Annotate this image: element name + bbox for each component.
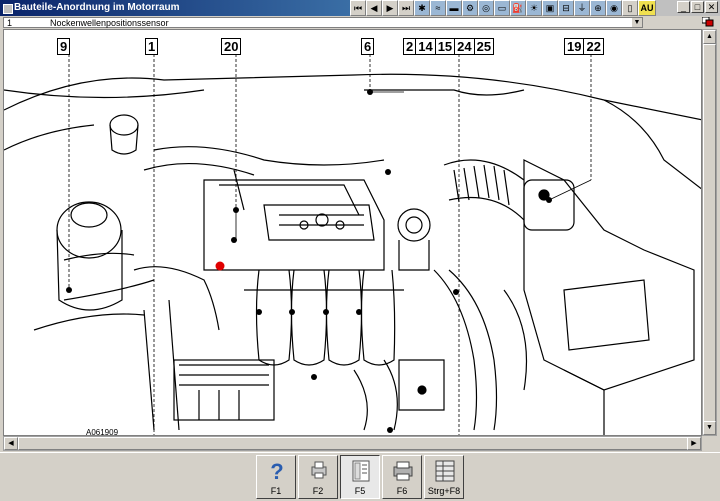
- prev-page-icon[interactable]: ◀: [366, 0, 382, 16]
- window-controls: _ □ ✕: [677, 1, 718, 13]
- scroll-down-icon[interactable]: ▼: [703, 421, 716, 435]
- app-icon: [3, 4, 13, 14]
- window-title-text: Bauteile-Anordnung im Motorraum: [14, 2, 180, 13]
- component-icon[interactable]: ✱: [414, 0, 430, 16]
- help-icon: ?: [270, 459, 283, 483]
- callout-label: 19: [565, 39, 585, 54]
- title-bar: Bauteile-Anordnung im Motorraum ⏮ ◀ ▶ ⏭ …: [0, 0, 720, 16]
- window-list-icon[interactable]: [701, 16, 714, 27]
- printer-small-icon: [311, 461, 327, 479]
- close-icon[interactable]: ✕: [705, 1, 718, 13]
- connector-icon[interactable]: ⊕: [590, 0, 606, 16]
- book-icon[interactable]: ▯: [622, 0, 638, 16]
- component-number: 1: [7, 18, 13, 28]
- minimize-icon[interactable]: _: [677, 1, 690, 13]
- lamp-icon[interactable]: ☀: [526, 0, 542, 16]
- callout-label: 2: [404, 39, 417, 54]
- component-select[interactable]: 1 Nockenwellenpositionssensor ▼: [3, 17, 643, 28]
- callout-label: 24: [455, 39, 475, 54]
- vertical-scrollbar[interactable]: ▲ ▼: [702, 29, 717, 436]
- printer-icon: [393, 461, 413, 481]
- component-name: Nockenwellenpositionssensor: [50, 18, 169, 28]
- chevron-down-icon[interactable]: ▼: [632, 18, 642, 27]
- table-icon: [435, 460, 455, 482]
- engine-illustration: [4, 54, 701, 435]
- engine-icon[interactable]: ⚙: [462, 0, 478, 16]
- callout-label: 15: [436, 39, 456, 54]
- callout-1[interactable]: 1: [145, 38, 159, 55]
- help-button[interactable]: ? F1: [256, 455, 296, 499]
- horizontal-scrollbar[interactable]: ◀ ▶: [3, 436, 702, 451]
- callout-label: 22: [586, 39, 601, 54]
- maximize-icon[interactable]: □: [691, 1, 704, 13]
- svg-text:?: ?: [270, 459, 283, 483]
- callout-2-25[interactable]: 2 14 15 24 25: [403, 38, 495, 55]
- first-page-icon[interactable]: ⏮: [350, 0, 366, 16]
- callout-label: 9: [60, 39, 68, 54]
- callout-6[interactable]: 6: [361, 38, 375, 55]
- engine-bay-drawing: 9 1 20 6 2 14 15 24 25 19 22 A061909: [3, 29, 702, 436]
- next-page-icon[interactable]: ▶: [382, 0, 398, 16]
- toolbar: ⏮ ◀ ▶ ⏭ ✱ ≈ ▬ ⚙ ◎ ▭ ⛽ ☀ ▣ ⊟ ⏚ ⊕ ◉ ▯ AU: [350, 0, 720, 16]
- relay-icon[interactable]: ▣: [542, 0, 558, 16]
- table-button[interactable]: Strg+F8: [424, 455, 464, 499]
- callout-label: 1: [148, 39, 156, 54]
- fkey-label: F5: [354, 486, 366, 496]
- fkey-label: F2: [312, 486, 324, 496]
- drawing-code: A061909: [86, 428, 119, 436]
- scroll-thumb[interactable]: [18, 437, 688, 450]
- fkey-label: F1: [270, 486, 282, 496]
- battery-icon[interactable]: ▭: [494, 0, 510, 16]
- ground-icon[interactable]: ⏚: [574, 0, 590, 16]
- print-button[interactable]: F6: [382, 455, 422, 499]
- scroll-left-icon[interactable]: ◀: [4, 437, 18, 450]
- function-bar: ? F1 F2 F5 F6 Strg+F8: [0, 452, 720, 501]
- document-icon: [352, 460, 370, 482]
- callout-label: 20: [224, 39, 239, 54]
- scroll-up-icon[interactable]: ▲: [703, 30, 716, 44]
- highlight-marker[interactable]: [215, 261, 225, 271]
- callout-label: 25: [476, 39, 492, 54]
- fkey-label: F6: [396, 486, 408, 496]
- callout-label: 14: [416, 39, 436, 54]
- callout-19-22[interactable]: 19 22: [564, 38, 604, 55]
- scroll-right-icon[interactable]: ▶: [687, 437, 701, 450]
- wiring-icon[interactable]: ≈: [430, 0, 446, 16]
- scroll-thumb[interactable]: [703, 44, 716, 424]
- sensor-icon[interactable]: ◉: [606, 0, 622, 16]
- f5-button[interactable]: F5: [340, 455, 380, 499]
- callout-label: 6: [364, 39, 372, 54]
- f2-button[interactable]: F2: [298, 455, 338, 499]
- car-icon[interactable]: ▬: [446, 0, 462, 16]
- window-title: Bauteile-Anordnung im Motorraum: [0, 0, 350, 16]
- fuel-icon[interactable]: ⛽: [510, 0, 526, 16]
- brake-icon[interactable]: ◎: [478, 0, 494, 16]
- au-button[interactable]: AU: [638, 0, 656, 16]
- fkey-label: Strg+F8: [427, 486, 461, 496]
- fuse-icon[interactable]: ⊟: [558, 0, 574, 16]
- callout-9[interactable]: 9: [57, 38, 71, 55]
- callout-20[interactable]: 20: [221, 38, 242, 55]
- last-page-icon[interactable]: ⏭: [398, 0, 414, 16]
